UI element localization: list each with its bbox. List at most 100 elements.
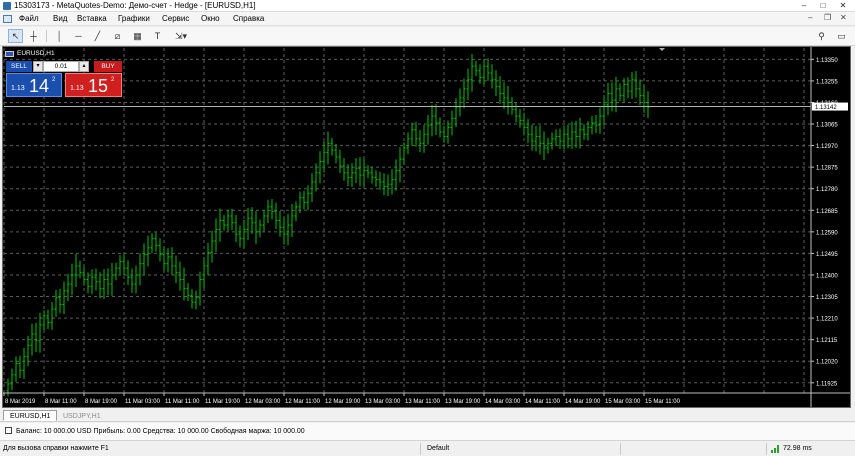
menu-charts[interactable]: Графики [118, 14, 150, 24]
menu-insert[interactable]: Вставка [77, 14, 107, 24]
ohlc-bar [490, 64, 494, 89]
ohlc-bar [330, 137, 334, 156]
chart-window[interactable]: 1.133501.132551.131601.130651.129701.128… [2, 46, 851, 408]
price-tick-label: 1.13065 [816, 123, 838, 129]
price-tick-label: 1.13350 [816, 58, 838, 64]
ohlc-bar [58, 288, 62, 314]
app-icon [3, 2, 11, 10]
price-tick-label: 1.13255 [816, 79, 838, 85]
time-tick-label: 12 Mar 03:00 [245, 399, 281, 405]
chart-symbol-title: EURUSD,H1 [5, 49, 55, 58]
horizontal-line-icon[interactable]: ─ [71, 29, 86, 43]
ohlc-bar [310, 173, 314, 202]
price-chart[interactable]: 1.133501.132551.131601.130651.129701.128… [3, 47, 850, 407]
ohlc-bar [602, 95, 606, 126]
sell-price-prefix: 1.13 [11, 85, 25, 92]
window-titlebar: 15303173 - MetaQuotes-Demo: Демо-счет - … [0, 0, 855, 12]
vertical-line-icon[interactable]: │ [52, 29, 67, 43]
close-button[interactable]: ✕ [835, 0, 851, 12]
buy-price-button[interactable]: 1.13 15 2 [65, 73, 122, 97]
time-tick-label: 13 Mar 03:00 [365, 399, 401, 405]
maximize-button[interactable]: □ [815, 0, 831, 12]
ohlc-bar [174, 255, 178, 284]
menu-file[interactable]: Файл [19, 14, 39, 24]
volume-down-button[interactable]: ▾ [33, 61, 43, 72]
ohlc-bar [250, 207, 254, 234]
statusbar: Для вызова справки нажмите F1 Default 72… [0, 442, 855, 456]
sell-button[interactable]: SELL [6, 61, 32, 72]
ohlc-bar [54, 289, 58, 317]
time-tick-label: 12 Mar 11:00 [285, 399, 321, 405]
ohlc-bar [590, 115, 594, 135]
tab-usdjpy-h1[interactable]: USDJPY,H1 [56, 410, 108, 421]
ohlc-bar [178, 261, 182, 291]
ohlc-bar [126, 260, 130, 286]
profile-name: Default [427, 445, 450, 452]
ohlc-bar [498, 76, 502, 104]
ohlc-bar [150, 233, 154, 254]
ohlc-bar [474, 60, 478, 77]
ohlc-bar [362, 158, 366, 188]
chart-window-icon[interactable] [3, 15, 12, 23]
ohlc-bar [354, 157, 358, 184]
volume-input[interactable]: 0.01 [43, 61, 79, 72]
minimize-button[interactable]: – [796, 0, 812, 12]
ohlc-bar [406, 132, 410, 155]
current-price-label: 1.13142 [815, 105, 837, 111]
ohlc-bar [630, 71, 634, 100]
ohlc-bar [66, 273, 70, 302]
trendline-icon[interactable]: ╱ [90, 29, 105, 43]
channel-icon[interactable]: ⧄ [110, 29, 125, 43]
fibonacci-icon[interactable]: ▦ [130, 29, 145, 43]
ohlc-bar [214, 218, 218, 253]
ohlc-bar [182, 267, 186, 301]
terminal-panel: Баланс: 10 000.00 USD Прибыль: 0.00 Сред… [0, 423, 855, 441]
ohlc-bar [114, 262, 118, 281]
ohlc-bar [398, 147, 402, 183]
menu-window[interactable]: Окно [201, 14, 220, 24]
ohlc-bar [162, 246, 166, 272]
price-tick-label: 1.12115 [816, 338, 838, 344]
terminal-close-icon[interactable] [5, 427, 12, 434]
crosshair-icon[interactable]: ┼ [26, 29, 41, 43]
chart-close-button[interactable]: ✕ [840, 13, 847, 22]
ohlc-bar [342, 158, 346, 181]
arrows-icon[interactable]: ⇲▾ [170, 29, 192, 43]
ohlc-bar [378, 171, 382, 190]
arrow-cursor-icon[interactable]: ↖ [8, 29, 23, 43]
ohlc-bar [10, 368, 14, 391]
menu-help[interactable]: Справка [233, 14, 264, 24]
tab-eurusd-h1[interactable]: EURUSD,H1 [3, 410, 58, 421]
ohlc-bar [166, 248, 170, 273]
time-tick-label: 11 Mar 11:00 [165, 399, 200, 405]
chart-minimize-button[interactable]: – [808, 13, 812, 22]
ohlc-bar [578, 117, 582, 149]
buy-button[interactable]: BUY [94, 61, 122, 72]
price-axis: 1.133501.132551.131601.130651.129701.128… [4, 47, 848, 407]
price-tick-label: 1.12210 [816, 317, 838, 323]
ohlc-bar [226, 209, 230, 232]
ohlc-bar [270, 198, 274, 220]
time-tick-label: 13 Mar 19:00 [445, 399, 481, 405]
ohlc-bar [326, 131, 330, 165]
time-axis: 8 Mar 2019 8 Mar 11:00 8 Mar 19:00 11 Mar 0… [3, 392, 850, 405]
status-separator [766, 443, 767, 455]
menu-view[interactable]: Вид [53, 14, 67, 24]
ohlc-bar [230, 208, 234, 230]
volume-up-button[interactable]: ▴ [79, 61, 89, 72]
ohlc-bar [618, 83, 622, 102]
price-tick-label: 1.12305 [816, 295, 838, 301]
sell-price-button[interactable]: 1.13 14 2 [6, 73, 62, 97]
text-icon[interactable]: T [150, 29, 165, 43]
menu-tools[interactable]: Сервис [162, 14, 189, 24]
ohlc-bar [98, 272, 102, 299]
chart-restore-button[interactable]: ❐ [824, 13, 831, 22]
ohlc-bar [34, 322, 38, 352]
ohlc-bar [106, 268, 110, 296]
chat-icon[interactable]: ▭ [834, 29, 849, 43]
ohlc-bar [566, 124, 570, 149]
ohlc-bar [206, 242, 210, 276]
search-icon[interactable]: ⚲ [814, 29, 829, 43]
time-tick-label: 11 Mar 03:00 [125, 399, 161, 405]
ohlc-bar [134, 265, 138, 294]
